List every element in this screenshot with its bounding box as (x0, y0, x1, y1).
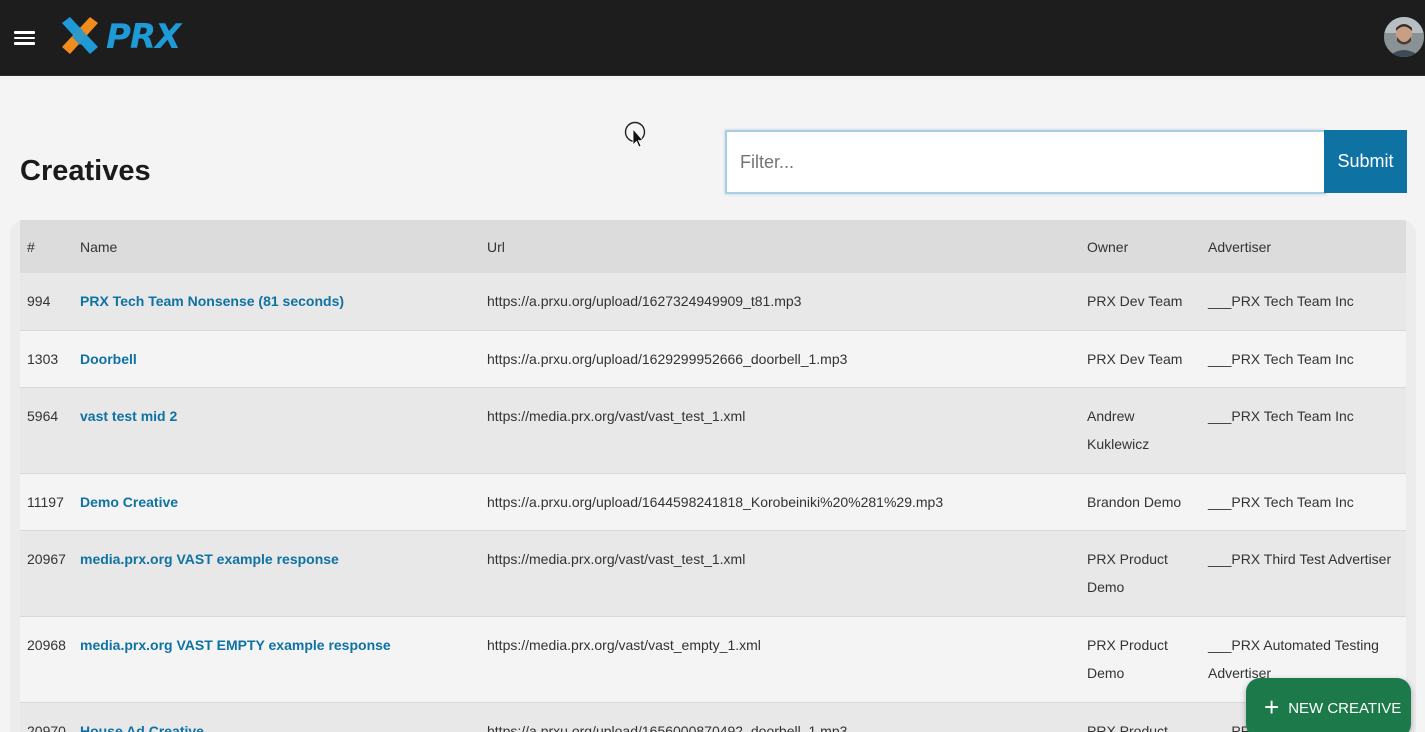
plus-icon: + (1264, 692, 1280, 722)
column-header-owner: Owner (1087, 238, 1129, 255)
column-header-url: Url (487, 238, 505, 255)
creative-url: https://a.prxu.org/upload/1627324949909_… (487, 293, 802, 309)
creative-id: 5964 (27, 407, 59, 424)
creative-id: 11197 (27, 493, 64, 510)
table-header: # Name Url Owner Advertiser (20, 220, 1406, 273)
creative-advertiser: ___PRX Tech Team Inc (1208, 493, 1354, 510)
creative-id: 1303 (27, 350, 59, 367)
new-creative-button[interactable]: + NEW CREATIVE (1246, 678, 1411, 732)
creative-id: 20970 (27, 722, 66, 732)
table-row: 20967 media.prx.org VAST example respons… (20, 530, 1406, 616)
table-row: 5964 vast test mid 2 https://media.prx.o… (20, 387, 1406, 473)
creative-advertiser: ___PRX Third Test Advertiser (1208, 550, 1392, 567)
creative-url: https://a.prxu.org/upload/1656000870492_… (487, 722, 848, 732)
logo-text: PRX (106, 17, 181, 57)
creative-advertiser: ___PRX Tech Team Inc (1208, 350, 1354, 367)
column-header-advertiser: Advertiser (1208, 238, 1272, 255)
creative-owner: PRX Product Demo (1087, 550, 1168, 595)
table-row: 20970 House Ad Creative https://a.prxu.o… (20, 702, 1406, 732)
creative-url: https://a.prxu.org/upload/1629299952666_… (487, 350, 848, 367)
hamburger-menu-icon[interactable] (12, 26, 38, 50)
creative-url: https://media.prx.org/vast/vast_empty_1.… (487, 636, 761, 653)
column-header-name: Name (80, 238, 118, 255)
creative-advertiser: ___PRX Tech Team Inc (1208, 293, 1354, 309)
creative-id: 20967 (27, 550, 66, 567)
creative-owner: PRX Product Demo (1087, 636, 1168, 681)
creative-name-link[interactable]: House Ad Creative (80, 717, 473, 732)
creative-name-link[interactable]: PRX Tech Team Nonsense (81 seconds) (80, 287, 473, 315)
table-row: 20968 media.prx.org VAST EMPTY example r… (20, 616, 1406, 702)
page-title: Creatives (20, 155, 151, 187)
table-row: 11197 Demo Creative https://a.prxu.org/u… (20, 473, 1406, 530)
column-header-id: # (27, 238, 35, 255)
prx-logo[interactable]: PRX (60, 17, 181, 57)
table-row: 1303 Doorbell https://a.prxu.org/upload/… (20, 330, 1406, 387)
mouse-cursor-icon (624, 121, 646, 148)
filter-input[interactable] (727, 132, 1324, 192)
creative-owner: PRX Dev Team (1087, 293, 1183, 309)
creative-name-link[interactable]: media.prx.org VAST EMPTY example respons… (80, 631, 473, 659)
creative-url: https://a.prxu.org/upload/1644598241818_… (487, 493, 944, 510)
creative-id: 20968 (27, 636, 66, 653)
creative-advertiser: ___PRX Tech Team Inc (1208, 407, 1354, 424)
creative-name-link[interactable]: Doorbell (80, 345, 473, 373)
table-row: 994 PRX Tech Team Nonsense (81 seconds) … (20, 273, 1406, 330)
top-app-bar: PRX (0, 0, 1425, 76)
filter-field[interactable] (725, 130, 1326, 194)
new-creative-label: NEW CREATIVE (1288, 699, 1402, 717)
creative-id: 994 (27, 293, 51, 309)
creative-owner: Brandon Demo (1087, 493, 1182, 510)
creative-owner: PRX Dev Team (1087, 350, 1183, 367)
creative-owner: Andrew Kuklewicz (1087, 407, 1150, 452)
creative-name-link[interactable]: Demo Creative (80, 488, 473, 516)
prx-logo-mark-icon (62, 17, 98, 54)
creative-name-link[interactable]: media.prx.org VAST example response (80, 545, 473, 573)
creatives-table-card: # Name Url Owner Advertiser 994 PRX Tech… (10, 220, 1416, 732)
creative-name-link[interactable]: vast test mid 2 (80, 402, 473, 430)
creatives-table: # Name Url Owner Advertiser 994 PRX Tech… (20, 220, 1406, 732)
creative-url: https://media.prx.org/vast/vast_test_1.x… (487, 407, 746, 424)
submit-button[interactable]: Submit (1324, 130, 1407, 193)
user-avatar[interactable] (1384, 17, 1424, 57)
creative-owner: PRX Product (1087, 722, 1168, 732)
creative-url: https://media.prx.org/vast/vast_test_1.x… (487, 550, 746, 567)
